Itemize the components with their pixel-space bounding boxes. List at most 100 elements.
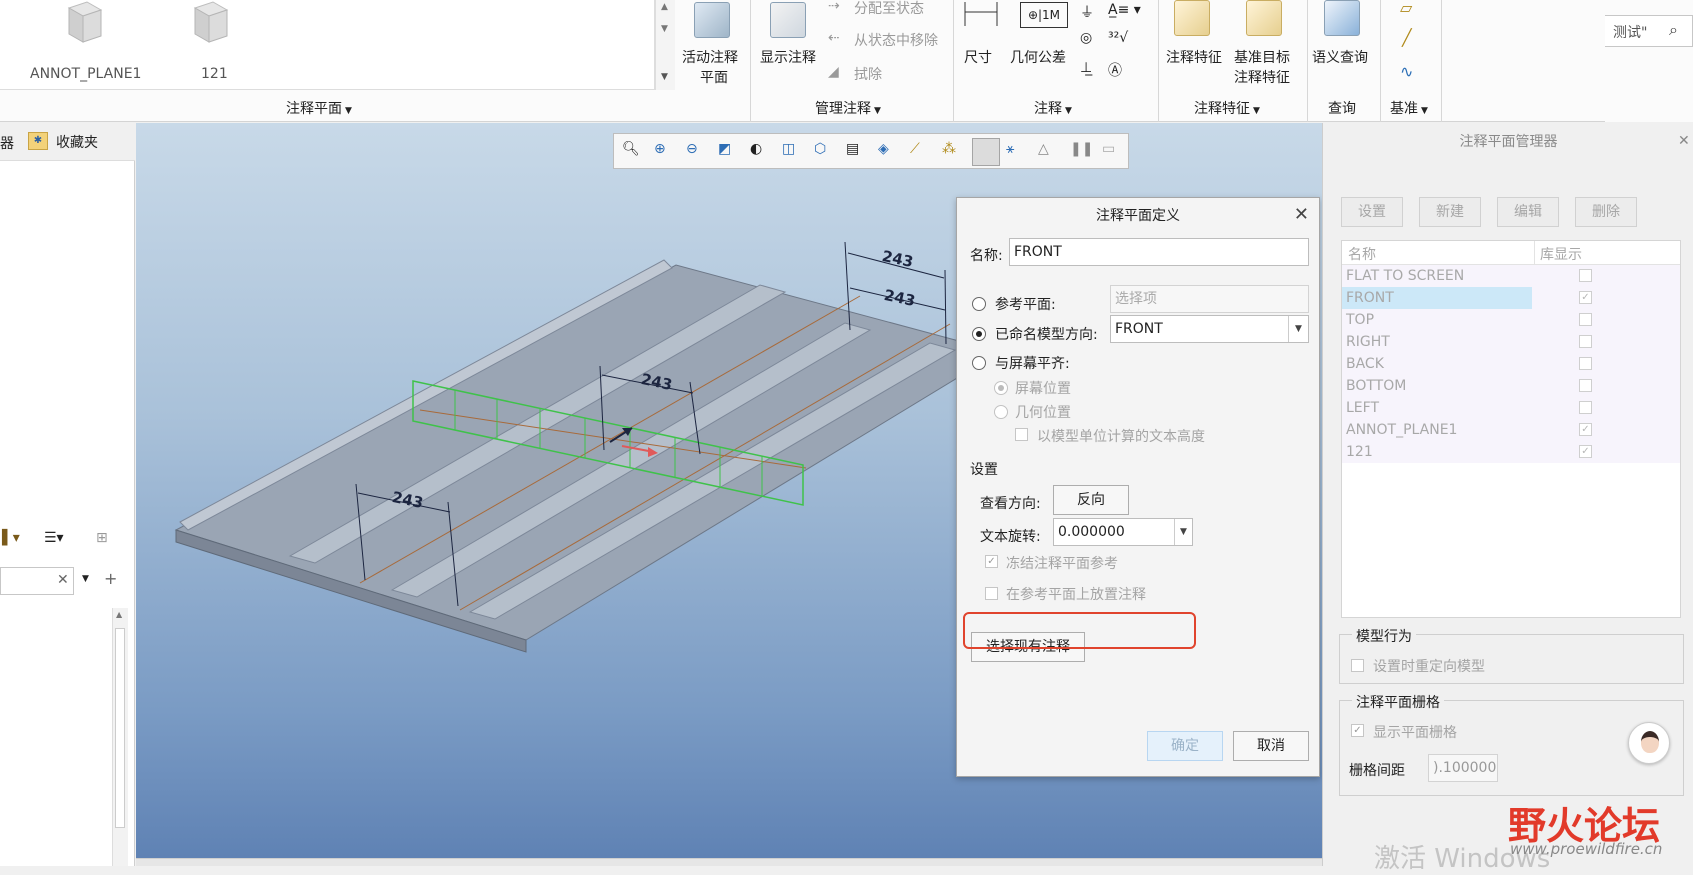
pane-search-input[interactable]: ✕	[0, 567, 74, 595]
chevron-down-icon[interactable]: ▼	[1174, 519, 1192, 545]
perspective-icon[interactable]: ▤	[846, 141, 868, 163]
column-header-name[interactable]: 名称	[1348, 244, 1376, 264]
close-icon[interactable]: ✕	[57, 572, 69, 588]
avatar[interactable]	[1628, 722, 1670, 764]
search-input[interactable]: 测试" ⌕	[1605, 15, 1693, 47]
remove-from-state-button[interactable]: ⇠ 从状态中移除	[828, 30, 958, 52]
cancel-button[interactable]: 取消	[1233, 731, 1309, 761]
annotation-display-icon[interactable]: ⁂	[942, 141, 964, 163]
display-checkbox[interactable]	[1579, 357, 1592, 370]
dimension-button[interactable]: 尺寸	[960, 0, 1002, 70]
close-icon[interactable]: ✕	[1294, 204, 1309, 225]
display-style-icon[interactable]: ◐	[750, 141, 772, 163]
axis-icon[interactable]: ╱	[1402, 28, 1412, 47]
freeze-ref-checkbox[interactable]: ✓	[985, 555, 998, 568]
grid-spacing-field[interactable]: ).100000	[1428, 754, 1498, 782]
saved-orientations-icon[interactable]: ◫	[782, 141, 804, 163]
surface-finish-icon[interactable]: ◎	[1080, 30, 1092, 46]
screen-position-radio[interactable]	[994, 381, 1008, 395]
place-on-ref-checkbox[interactable]	[985, 587, 998, 600]
display-checkbox[interactable]	[1579, 335, 1592, 348]
assign-to-state-button[interactable]: ⇢ 分配至状态	[828, 0, 958, 18]
curve-icon[interactable]: ∿	[1400, 62, 1413, 81]
close-icon[interactable]: ✕	[1678, 133, 1690, 149]
tool-icon[interactable]: ▌▾	[2, 530, 20, 546]
delete-button[interactable]: 删除	[1575, 197, 1637, 227]
chevron-down-icon[interactable]: ▼	[661, 24, 668, 34]
search-icon[interactable]: ⌕	[1669, 20, 1678, 40]
column-header-display[interactable]: 库显示	[1540, 244, 1582, 264]
group-query[interactable]: 查询	[1328, 98, 1356, 118]
display-checkbox[interactable]: ✓	[1579, 423, 1592, 436]
tab-favorites[interactable]: ✱ 收藏夹	[26, 131, 126, 153]
erase-button[interactable]: ◢ 拭除	[828, 64, 958, 86]
reorient-checkbox[interactable]	[1351, 659, 1364, 672]
display-checkbox[interactable]: ✓	[1579, 445, 1592, 458]
more-icon[interactable]: ▼	[661, 72, 668, 82]
pane-scrollbar[interactable]: ▲	[112, 608, 128, 866]
show-grid-checkbox[interactable]: ✓	[1351, 724, 1364, 737]
list-icon[interactable]: ☰▾	[44, 530, 64, 546]
zoom-in-icon[interactable]: ⊕	[654, 141, 676, 163]
datum-feature-icon[interactable]: ⏚	[1080, 2, 1094, 22]
annot-plane-toggle-button[interactable]	[972, 138, 1000, 166]
geometry-position-radio[interactable]	[994, 405, 1008, 419]
gallery-item-121[interactable]: 121	[185, 0, 245, 88]
list-item[interactable]: BACK	[1342, 353, 1680, 375]
display-checkbox[interactable]	[1579, 313, 1592, 326]
display-checkbox[interactable]	[1579, 269, 1592, 282]
list-item[interactable]: ANNOT_PLANE1 ✓	[1342, 419, 1680, 441]
datum-target-icon[interactable]: ⊥̲	[1080, 60, 1092, 76]
group-manage-annotations[interactable]: 管理注释 ▼	[815, 98, 881, 118]
repaint-icon[interactable]: ◩	[718, 141, 740, 163]
section-icon[interactable]: ◈	[878, 141, 900, 163]
list-item[interactable]: RIGHT	[1342, 331, 1680, 353]
display-checkbox[interactable]	[1579, 401, 1592, 414]
group-annot-feature[interactable]: 注释特征 ▼	[1194, 98, 1260, 118]
symbol-icon[interactable]: ³²√	[1108, 30, 1128, 46]
chevron-up-icon[interactable]: ▲	[661, 2, 668, 12]
named-view-select[interactable]: FRONT ▼	[1110, 315, 1309, 343]
flat-to-screen-radio[interactable]	[972, 356, 986, 370]
symbol-a-icon[interactable]: Ⓐ	[1108, 60, 1122, 80]
edit-button[interactable]: 编辑	[1497, 197, 1559, 227]
zoom-out-icon[interactable]: ⊖	[686, 141, 708, 163]
ref-plane-radio[interactable]	[972, 297, 986, 311]
show-annotations-button[interactable]: 显示注释	[758, 0, 822, 70]
name-field[interactable]: FRONT	[1009, 238, 1309, 266]
new-button[interactable]: 新建	[1419, 197, 1481, 227]
list-item[interactable]: LEFT	[1342, 397, 1680, 419]
filter-icon[interactable]: ⊞	[96, 530, 108, 546]
list-item[interactable]: FLAT TO SCREEN	[1342, 265, 1680, 287]
refit-icon[interactable]: 🔍︎	[622, 141, 644, 163]
scroll-thumb[interactable]	[115, 628, 125, 828]
spin-center-icon[interactable]: ⚹	[1006, 141, 1028, 163]
semantic-query-button[interactable]: 语义查询	[1310, 0, 1376, 80]
appearance-icon[interactable]: △	[1038, 141, 1060, 163]
list-item[interactable]: 121 ✓	[1342, 441, 1680, 463]
display-checkbox[interactable]: ✓	[1579, 291, 1592, 304]
view-manager-icon[interactable]: ⬡	[814, 141, 836, 163]
list-item[interactable]: BOTTOM	[1342, 375, 1680, 397]
active-annot-plane-button[interactable]: 活动注释 平面	[682, 0, 744, 88]
chevron-up-icon[interactable]: ▲	[116, 610, 122, 619]
add-icon[interactable]: +	[104, 569, 117, 588]
tag-icon[interactable]: ▭	[1102, 141, 1124, 163]
flip-button[interactable]: 反向	[1053, 485, 1129, 515]
gallery-scrollbar[interactable]: ▲ ▼ ▼	[655, 0, 675, 90]
pause-icon[interactable]: ❚❚	[1070, 141, 1093, 163]
bottom-scrollbar[interactable]	[136, 858, 1322, 866]
group-annotations[interactable]: 注释 ▼	[1034, 98, 1072, 118]
datum-display-icon[interactable]: ⟋	[910, 141, 932, 163]
annot-plane-list[interactable]: 名称 库显示 FLAT TO SCREEN FRONT ✓ TOP RIGHT BACK B…	[1341, 240, 1681, 618]
datum-target-annot-feature-button[interactable]: 基准目标 注释特征	[1232, 0, 1300, 88]
group-annot-plane[interactable]: 注释平面 ▼	[286, 98, 352, 118]
text-rotation-field[interactable]: 0.000000 ▼	[1053, 518, 1193, 546]
ok-button[interactable]: 确定	[1147, 731, 1223, 761]
chevron-down-icon[interactable]: ▼	[1288, 316, 1308, 342]
gallery-item-annot-plane1[interactable]: ANNOT_PLANE1	[20, 0, 160, 88]
display-checkbox[interactable]	[1579, 379, 1592, 392]
plane-icon[interactable]: ▱	[1400, 0, 1412, 17]
named-view-radio[interactable]	[972, 327, 986, 341]
geom-tolerance-button[interactable]: ⊕|1M 几何公差	[1010, 0, 1080, 70]
